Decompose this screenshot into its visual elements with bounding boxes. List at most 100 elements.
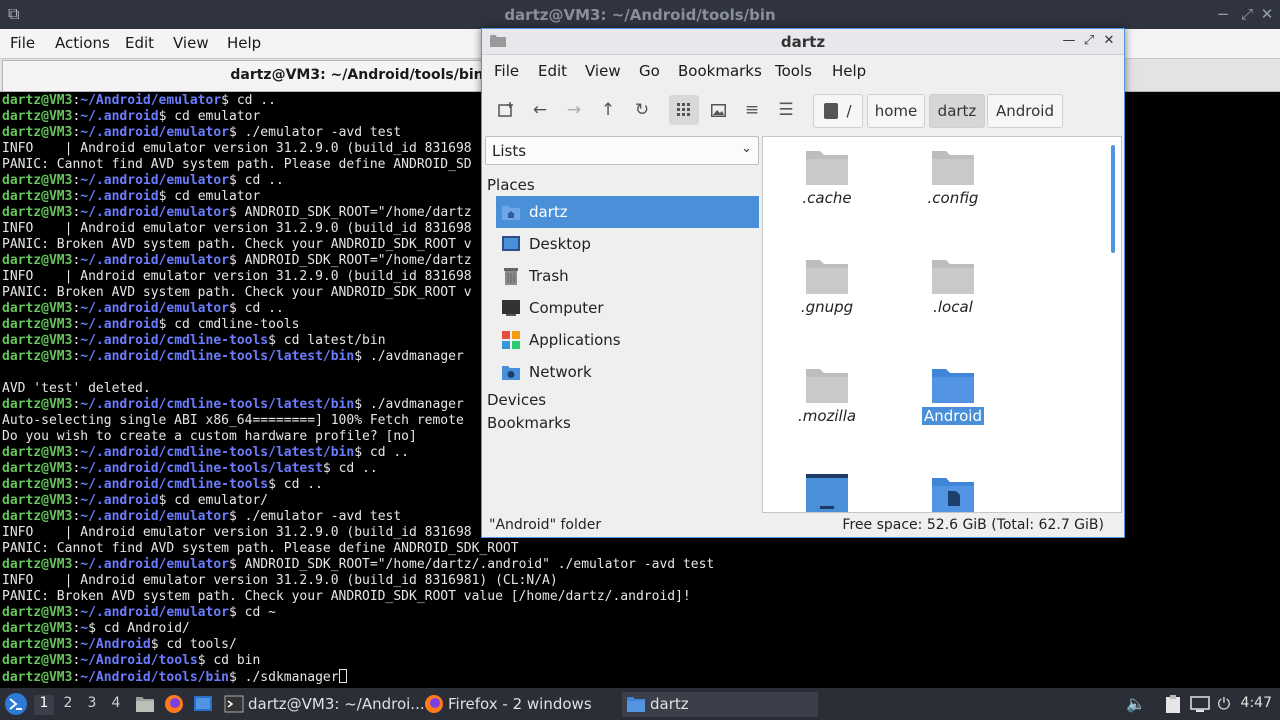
file-view[interactable]: .cache .config .gnupg .local .mozilla An…: [762, 136, 1122, 513]
folder-icon: [932, 260, 974, 294]
firefox-launcher-icon[interactable]: [164, 694, 184, 714]
taskbar: 1 2 3 4 dartz@VM3: ~/Androi... Firefox -…: [0, 688, 1280, 720]
trash-icon: [504, 268, 518, 285]
prompt-symbol: $: [354, 445, 363, 460]
maximize-icon[interactable]: ⤢: [1080, 32, 1098, 50]
menu-bookmarks[interactable]: Bookmarks: [678, 62, 762, 80]
menu-view[interactable]: View: [585, 62, 621, 80]
menu-edit[interactable]: Edit: [538, 62, 567, 80]
prompt-user: dartz@VM3: [2, 461, 73, 476]
file-item-android[interactable]: Android: [894, 355, 1004, 455]
file-item-cache[interactable]: .cache: [768, 137, 878, 237]
detailed-view-icon[interactable]: ☰: [771, 95, 801, 125]
path-button-root[interactable]: /: [813, 94, 863, 128]
file-item-gnupg[interactable]: .gnupg: [768, 246, 878, 346]
workspace-4[interactable]: 4: [106, 695, 126, 715]
sidebar-item-computer[interactable]: Computer: [496, 292, 759, 324]
prompt-path: ~/.android: [80, 317, 159, 332]
file-item-documents[interactable]: [894, 464, 1004, 512]
menu-view[interactable]: View: [173, 34, 209, 52]
power-icon[interactable]: ⏻: [1214, 694, 1234, 714]
command-text: cd ..: [229, 93, 276, 108]
task-file-manager[interactable]: dartz: [622, 692, 818, 717]
scrollbar[interactable]: [1111, 145, 1115, 253]
workspace-3[interactable]: 3: [82, 695, 102, 715]
path-button-android[interactable]: Android: [987, 94, 1063, 128]
task-terminal[interactable]: dartz@VM3: ~/Androi...: [224, 692, 425, 717]
close-icon[interactable]: ✕: [1258, 5, 1276, 23]
volume-icon[interactable]: 🔈: [1126, 694, 1146, 714]
folder-icon: [806, 260, 848, 294]
start-menu-icon[interactable]: [4, 692, 28, 716]
minimize-icon[interactable]: —: [1060, 32, 1078, 50]
clock[interactable]: 4:47: [1241, 695, 1272, 711]
output-text: PANIC: Broken AVD system path. Check you…: [2, 589, 691, 604]
sidebar-item-desktop[interactable]: Desktop: [496, 228, 759, 260]
back-icon[interactable]: ←: [525, 95, 555, 125]
icon-view-icon[interactable]: [669, 95, 699, 125]
file-item-desktop[interactable]: [768, 464, 878, 512]
forward-icon[interactable]: →: [559, 95, 589, 125]
new-tab-icon[interactable]: [491, 95, 521, 125]
file-item-config[interactable]: .config: [894, 137, 1004, 237]
prompt-symbol: $: [268, 333, 276, 348]
menu-actions[interactable]: Actions: [55, 34, 110, 52]
status-selection: "Android" folder: [489, 517, 602, 533]
terminal-titlebar[interactable]: ⧉ dartz@VM3: ~/Android/tools/bin − ⤢ ✕: [0, 0, 1280, 29]
sidebar-item-dartz[interactable]: dartz: [496, 196, 759, 228]
display-icon[interactable]: [1190, 694, 1210, 714]
menu-go[interactable]: Go: [639, 62, 660, 80]
sidebar-item-applications[interactable]: Applications: [496, 324, 759, 356]
sidebar-item-network[interactable]: Network: [496, 356, 759, 388]
prompt-symbol: $: [229, 557, 237, 572]
file-item-local[interactable]: .local: [894, 246, 1004, 346]
prompt-symbol: $: [322, 461, 331, 476]
menu-edit[interactable]: Edit: [125, 34, 154, 52]
terminal-line: dartz@VM3:~/.android/emulator$ cd ~: [2, 605, 1278, 621]
file-manager-launcher-icon[interactable]: [135, 694, 155, 714]
path-button-home[interactable]: home: [867, 94, 925, 128]
bookmarks-header[interactable]: Bookmarks: [487, 414, 571, 432]
desktop-launcher-icon[interactable]: [193, 694, 213, 714]
prompt-symbol: $: [354, 397, 363, 412]
up-icon[interactable]: ↑: [593, 95, 623, 125]
close-icon[interactable]: ✕: [1100, 32, 1118, 50]
file-manager-window-title: dartz: [780, 33, 826, 51]
devices-header[interactable]: Devices: [487, 391, 546, 409]
prompt-user: dartz@VM3: [2, 317, 73, 332]
path-button-dartz[interactable]: dartz: [929, 94, 985, 128]
terminal-line: dartz@VM3:~$ cd Android/: [2, 621, 1278, 637]
workspace-1[interactable]: 1: [34, 695, 54, 715]
home-folder-icon: [502, 206, 520, 220]
prompt-user: dartz@VM3: [2, 173, 73, 188]
path-label-dartz: dartz: [937, 102, 977, 120]
compact-view-icon[interactable]: ≡: [737, 95, 767, 125]
prompt-path: ~/.android/cmdline-tools: [80, 333, 269, 348]
command-text: cd bin: [205, 653, 261, 668]
menu-help[interactable]: Help: [832, 62, 866, 80]
task-firefox[interactable]: Firefox - 2 windows: [424, 692, 610, 717]
minimize-icon[interactable]: −: [1214, 5, 1232, 23]
file-item-mozilla[interactable]: .mozilla: [768, 355, 878, 455]
folder-icon: [627, 697, 645, 712]
side-pane-mode-select[interactable]: Lists ⌄: [485, 136, 759, 165]
file-item-name: .mozilla: [797, 407, 857, 425]
file-manager-titlebar[interactable]: dartz — ⤢ ✕: [482, 29, 1124, 55]
output-text: AVD 'test' deleted.: [2, 381, 151, 396]
prompt-symbol: $: [221, 93, 229, 108]
menu-help[interactable]: Help: [227, 34, 261, 52]
clipboard-icon[interactable]: [1163, 694, 1183, 714]
sidebar-item-trash[interactable]: Trash: [496, 260, 759, 292]
maximize-icon[interactable]: ⤢: [1238, 5, 1256, 23]
path-label-root: /: [846, 102, 852, 120]
prompt-user: dartz@VM3: [2, 125, 73, 140]
thumbnail-view-icon[interactable]: [703, 95, 733, 125]
reload-icon[interactable]: ↻: [627, 95, 657, 125]
workspace-2[interactable]: 2: [58, 695, 78, 715]
menu-tools[interactable]: Tools: [775, 62, 812, 80]
menu-file[interactable]: File: [10, 34, 35, 52]
menu-file[interactable]: File: [494, 62, 519, 80]
prompt-user: dartz@VM3: [2, 621, 73, 636]
places-header[interactable]: Places: [487, 176, 535, 194]
prompt-symbol: $: [229, 205, 237, 220]
